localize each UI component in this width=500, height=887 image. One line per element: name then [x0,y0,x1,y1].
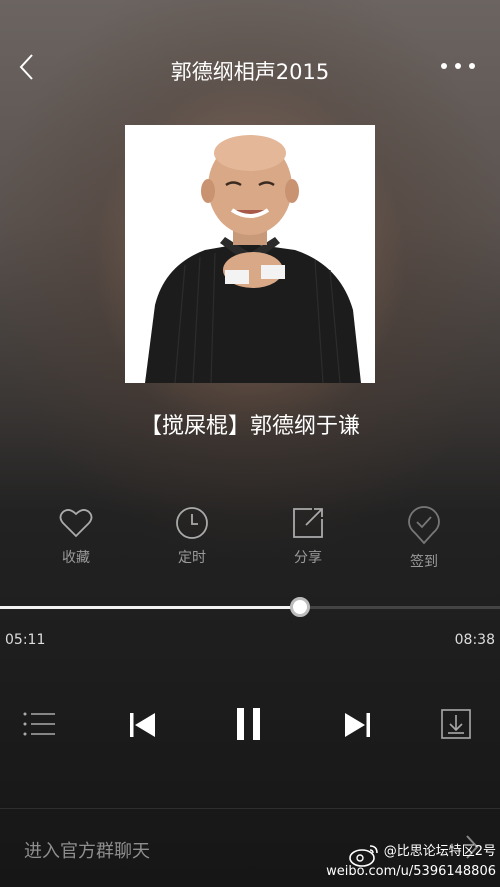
share-button[interactable]: 分享 [268,505,348,567]
favorite-label: 收藏 [62,550,90,566]
heart-icon [59,509,93,538]
timer-button[interactable]: 定时 [152,505,232,567]
favorite-button[interactable]: 收藏 [36,505,116,567]
next-icon[interactable] [342,710,372,740]
elapsed-time: 05:11 [5,632,46,648]
check-in-label: 签到 [410,554,438,570]
check-in-button[interactable]: 签到 [384,505,464,571]
total-time: 08:38 [454,632,495,648]
download-icon[interactable] [440,708,472,740]
album-cover [125,125,375,383]
more-icon[interactable] [438,58,478,74]
progress-bar[interactable] [0,597,500,617]
share-icon [293,508,323,538]
watermark-handle: @比思论坛特区2号 [383,844,496,859]
playlist-icon[interactable] [22,710,56,738]
performer-photo [125,125,375,383]
progress-knob[interactable] [290,597,310,617]
previous-icon[interactable] [128,710,158,740]
progress-fill [0,606,300,609]
share-label: 分享 [294,550,322,566]
pause-icon[interactable] [234,706,264,742]
track-title: 【搅屎棍】郭德纲于谦 [139,414,360,439]
timer-label: 定时 [178,550,206,566]
playback-controls [0,700,500,750]
group-chat-link[interactable]: 进入官方群聊天 [24,837,150,863]
clock-icon [176,507,208,539]
watermark-url: weibo.com/u/5396148806 [326,864,496,879]
header: 郭德纲相声2015 [0,0,500,140]
check-in-icon [408,506,440,545]
watermark: @比思论坛特区2号 weibo.com/u/5396148806 [326,842,496,882]
page-title: 郭德纲相声2015 [170,60,330,84]
divider [0,808,500,809]
action-row: 收藏 定时 分享 签到 [0,505,500,575]
